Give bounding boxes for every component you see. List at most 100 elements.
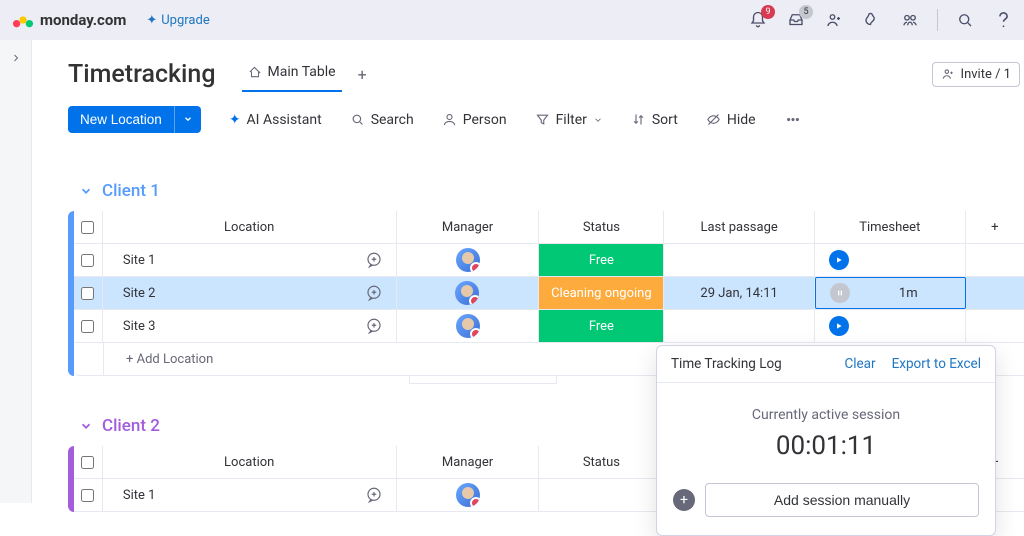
add-view-button[interactable]: +	[350, 61, 375, 88]
table-row[interactable]: Site 2 Cleaning ongoing 29 Jan, 14:11 1m	[74, 277, 1024, 310]
play-icon[interactable]	[829, 250, 849, 270]
location-cell[interactable]: Site 2	[103, 277, 397, 309]
row-checkbox[interactable]	[74, 277, 103, 309]
col-status-header[interactable]: Status	[539, 446, 664, 478]
main-area: Timetracking Main Table + Invite / 1 New…	[32, 40, 1024, 503]
status-cell[interactable]	[539, 479, 664, 511]
tab-label: Main Table	[268, 64, 336, 80]
invite-button[interactable]: Invite / 1	[932, 62, 1020, 87]
sort-button[interactable]: Sort	[631, 112, 678, 128]
filter-button[interactable]: Filter	[535, 112, 603, 128]
last-passage-cell[interactable]	[664, 310, 815, 342]
manager-cell[interactable]	[397, 479, 540, 511]
play-icon[interactable]	[829, 316, 849, 336]
table-row[interactable]: Site 3 Free	[74, 310, 1024, 343]
col-manager-header[interactable]: Manager	[397, 446, 540, 478]
plus-circle-icon[interactable]: +	[673, 489, 695, 511]
upgrade-button[interactable]: ✦ Upgrade	[146, 13, 209, 28]
logo[interactable]: monday.com	[12, 9, 126, 31]
expand-conversation-icon[interactable]	[362, 483, 386, 507]
marketplace-icon[interactable]	[899, 9, 921, 31]
upgrade-label: Upgrade	[161, 13, 209, 28]
manager-cell[interactable]	[397, 310, 540, 342]
manager-cell[interactable]	[397, 244, 540, 276]
export-link[interactable]: Export to Excel	[892, 356, 981, 372]
chevron-down-icon	[593, 115, 603, 125]
col-location-header[interactable]: Location	[103, 211, 397, 243]
add-location-label: + Add Location	[114, 352, 213, 367]
add-column-button[interactable]: +	[966, 211, 1024, 243]
status-badge: Cleaning ongoing	[539, 277, 663, 309]
last-passage-cell[interactable]	[664, 244, 815, 276]
timesheet-cell[interactable]: 1m	[815, 277, 966, 309]
status-cell[interactable]: Free	[539, 244, 664, 276]
tab-main-table[interactable]: Main Table	[242, 56, 342, 92]
top-icons: 9 5	[747, 9, 1014, 31]
divider	[937, 9, 938, 31]
board-header: Timetracking Main Table + Invite / 1	[68, 56, 1024, 92]
new-item-label[interactable]: New Location	[68, 106, 174, 133]
select-all-checkbox[interactable]	[74, 446, 103, 478]
group-header[interactable]: Client 1	[68, 181, 1024, 201]
location-cell[interactable]: Site 1	[103, 244, 397, 276]
logo-icon	[12, 9, 34, 31]
row-trailing	[966, 277, 1024, 309]
add-location-cell[interactable]: + Add Location	[104, 343, 409, 375]
invite-member-icon[interactable]	[823, 9, 845, 31]
col-last-header[interactable]: Last passage	[664, 211, 815, 243]
manager-cell[interactable]	[397, 277, 540, 309]
add-session-button[interactable]: Add session manually	[705, 483, 979, 517]
row-trailing	[966, 310, 1024, 342]
status-cell[interactable]: Free	[539, 310, 664, 342]
timesheet-cell[interactable]	[815, 244, 966, 276]
expand-rail-icon[interactable]	[10, 52, 22, 503]
last-passage-cell[interactable]: 29 Jan, 14:11	[664, 277, 815, 309]
location-cell[interactable]: Site 3	[103, 310, 397, 342]
popover-title: Time Tracking Log	[671, 356, 782, 372]
expand-conversation-icon[interactable]	[362, 281, 386, 305]
table-header-row: Location Manager Status Last passage Tim…	[74, 211, 1024, 244]
clear-link[interactable]: Clear	[844, 356, 875, 372]
sparkle-icon: ✦	[229, 112, 241, 128]
sparkle-icon: ✦	[146, 13, 157, 28]
sort-label: Sort	[652, 112, 678, 128]
status-badge: Free	[539, 244, 663, 276]
col-timesheet-header[interactable]: Timesheet	[815, 211, 966, 243]
more-menu-button[interactable]	[784, 112, 802, 127]
row-checkbox[interactable]	[74, 244, 103, 276]
row-checkbox[interactable]	[74, 310, 103, 342]
board-title: Timetracking	[68, 60, 216, 89]
expand-conversation-icon[interactable]	[362, 314, 386, 338]
col-manager-header[interactable]: Manager	[397, 211, 540, 243]
new-item-button[interactable]: New Location	[68, 106, 201, 133]
session-label: Currently active session	[673, 407, 979, 423]
table-row[interactable]: Site 1 Free	[74, 244, 1024, 277]
status-badge: Free	[539, 310, 663, 342]
row-checkbox[interactable]	[74, 479, 103, 511]
col-location-header[interactable]: Location	[103, 446, 397, 478]
ai-assistant-button[interactable]: ✦ AI Assistant	[229, 112, 322, 128]
location-cell[interactable]: Site 1	[103, 479, 397, 511]
expand-conversation-icon[interactable]	[362, 248, 386, 272]
timesheet-cell[interactable]	[815, 310, 966, 342]
search-icon[interactable]	[954, 9, 976, 31]
pause-icon[interactable]	[830, 283, 850, 303]
status-cell[interactable]: Cleaning ongoing	[539, 277, 664, 309]
filter-label: Filter	[556, 112, 587, 128]
select-all-checkbox[interactable]	[74, 211, 103, 243]
search-label: Search	[371, 112, 414, 128]
person-filter-button[interactable]: Person	[442, 112, 507, 128]
inbox-icon[interactable]: 5	[785, 9, 807, 31]
col-status-header[interactable]: Status	[539, 211, 664, 243]
group-name: Client 2	[102, 416, 160, 436]
popover-header: Time Tracking Log Clear Export to Excel	[657, 346, 995, 383]
avatar	[456, 248, 480, 272]
person-label: Person	[463, 112, 507, 128]
new-item-dropdown[interactable]	[174, 106, 201, 133]
help-icon[interactable]	[992, 9, 1014, 31]
hide-button[interactable]: Hide	[706, 112, 756, 128]
notifications-icon[interactable]: 9	[747, 9, 769, 31]
left-rail	[0, 40, 32, 503]
search-button[interactable]: Search	[350, 112, 414, 128]
apps-icon[interactable]	[861, 9, 883, 31]
